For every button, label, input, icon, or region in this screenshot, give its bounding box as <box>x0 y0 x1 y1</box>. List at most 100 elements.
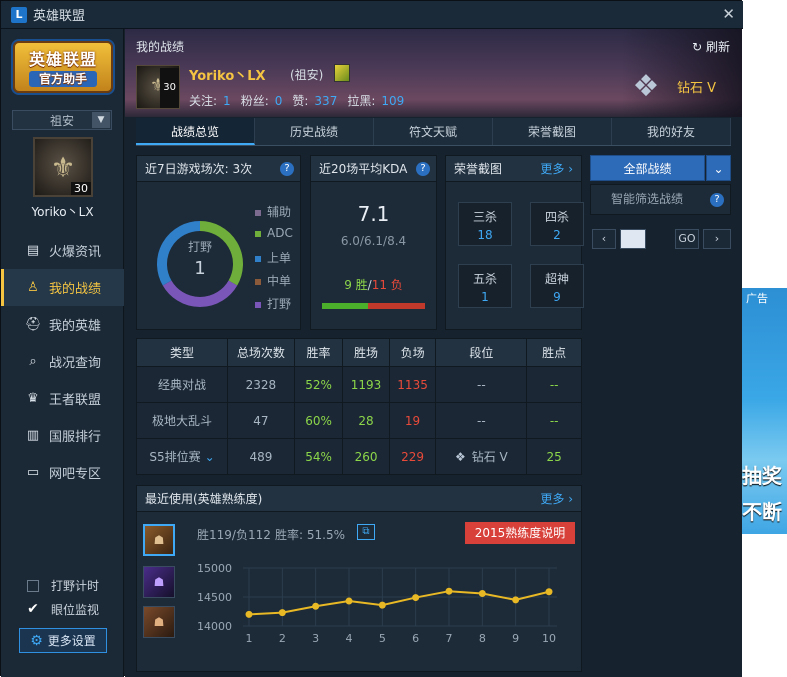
kda-title: 近20场平均KDA <box>319 162 408 176</box>
jungle-timer-checkbox[interactable]: 打野计时 <box>27 577 99 594</box>
legend-swatch <box>255 230 261 237</box>
sidebar-item-4[interactable]: ♛ 王者联盟 <box>1 380 124 417</box>
cell-value: 60% <box>305 413 332 428</box>
cell-value: 489 <box>249 449 273 464</box>
recent-use-panel: 最近使用(英雄熟练度) 更多 › ☗ ☗ ☗ 胜119/负112 胜率: 51.5… <box>136 485 582 672</box>
copy-icon[interactable]: ⧉ <box>357 524 375 540</box>
recent7-panel: 近7日游戏场次: 3次? 打野 1 辅助 ADC 上单 中单 打野 <box>136 155 301 330</box>
cell-value: 25 <box>546 449 562 464</box>
sidebar-item-6[interactable]: ▭ 网吧专区 <box>1 454 124 491</box>
table-cell: -- <box>435 402 528 439</box>
cell-value: 1193 <box>350 377 382 392</box>
table-row[interactable]: S5排位赛 ⌄ 489 54% 260 229 ❖ 钻石 V 25 <box>135 438 582 475</box>
cell-value: 1135 <box>397 377 428 392</box>
chevron-down-icon[interactable]: ▼ <box>92 112 110 128</box>
champion-portrait-2[interactable]: ☗ <box>143 566 175 598</box>
help-icon[interactable]: ? <box>280 162 294 176</box>
legend-item: 上单 <box>255 249 291 266</box>
checkbox-box[interactable] <box>27 579 39 592</box>
cell-value: 19 <box>404 413 421 428</box>
sidebar-item-0[interactable]: ▤ 火爆资讯 <box>1 232 124 269</box>
sidebar-item-1[interactable]: ♙ 我的战绩 <box>1 269 124 306</box>
champion-portrait-1[interactable]: ☗ <box>143 524 175 556</box>
x-tick-label: 5 <box>379 632 386 645</box>
chart-icon: ▥ <box>26 428 40 443</box>
table-row[interactable]: 经典对战 2328 52% 1193 1135 -- -- <box>135 366 582 403</box>
cell-value: -- <box>477 377 486 392</box>
server-select[interactable]: 祖安 ▼ <box>12 110 112 130</box>
smart-filter-option[interactable]: 智能筛选战绩? <box>590 184 731 215</box>
tab-4[interactable]: 我的好友 <box>612 118 731 145</box>
champion-portrait-3[interactable]: ☗ <box>143 606 175 638</box>
column-header: 胜场 <box>342 338 390 367</box>
honor-item[interactable]: 五杀 1 <box>458 264 512 308</box>
refresh-button[interactable]: ↻ 刷新 <box>692 38 730 55</box>
fans-count[interactable]: 0 <box>275 94 283 108</box>
breadcrumb: 我的战绩 <box>136 40 185 54</box>
tab-3[interactable]: 荣誉截图 <box>493 118 612 145</box>
honor-label: 四杀 <box>544 210 569 224</box>
refresh-label: 刷新 <box>705 40 730 54</box>
table-row[interactable]: 极地大乱斗 47 60% 28 19 -- -- <box>135 402 582 439</box>
sidebar-item-2[interactable]: ⛑ 我的英雄 <box>1 306 124 343</box>
cell-value: -- <box>549 413 559 428</box>
prev-page-button[interactable]: ‹ <box>592 229 616 249</box>
follow-count[interactable]: 1 <box>223 94 231 108</box>
help-icon[interactable]: ? <box>416 162 430 176</box>
honor-label: 超神 <box>544 272 569 286</box>
profile-banner: 我的战绩 ↻ 刷新 ⚜ 30 Yoriko丶LX (祖安) 关注: 1 粉丝: 0 赞: 3… <box>125 29 742 117</box>
kda-panel: 近20场平均KDA? 7.1 6.0/6.1/8.4 9 胜/11 负 <box>310 155 437 330</box>
honor-value: 9 <box>553 290 561 304</box>
player-avatar[interactable]: ⚜ 30 <box>136 65 180 109</box>
honor-item[interactable]: 超神 9 <box>530 264 584 308</box>
close-icon[interactable]: ✕ <box>722 5 735 23</box>
x-tick-label: 7 <box>446 632 453 645</box>
chevron-down-icon[interactable]: ⌄ <box>706 155 731 181</box>
page-input[interactable] <box>620 229 646 249</box>
honor-more-link[interactable]: 更多 › <box>540 156 573 182</box>
next-page-button[interactable]: › <box>703 229 731 249</box>
sidebar-item-3[interactable]: ⌕ 战况查询 <box>1 343 124 380</box>
help-icon[interactable]: ? <box>710 193 724 207</box>
honor-header: 荣誉截图 更多 › <box>446 156 581 182</box>
honor-item[interactable]: 三杀 18 <box>458 202 512 246</box>
chevron-down-icon[interactable]: ⌄ <box>205 450 215 464</box>
follow-label: 关注: <box>189 94 218 108</box>
block-count[interactable]: 109 <box>381 94 404 108</box>
ward-monitor-checkbox[interactable]: ✔ 眼位监视 <box>27 601 99 618</box>
recent-use-more-label: 更多 <box>540 492 565 506</box>
data-point <box>512 596 520 604</box>
table-cell: 1193 <box>342 366 390 403</box>
table-cell: -- <box>526 366 582 403</box>
tab-2[interactable]: 符文天赋 <box>374 118 493 145</box>
y-tick-label: 15000 <box>197 562 232 575</box>
sidebar-item-5[interactable]: ▥ 国服排行 <box>1 417 124 454</box>
cell-value: 经典对战 <box>158 378 207 392</box>
logo-line2: 官方助手 <box>29 71 97 87</box>
data-point <box>445 587 453 595</box>
avatar[interactable]: ⚜ 30 <box>33 137 93 197</box>
tab-1[interactable]: 历史战绩 <box>255 118 374 145</box>
proficiency-info-button[interactable]: 2015熟练度说明 <box>465 522 575 544</box>
tab-bar: 战绩总览 历史战绩 符文天赋 荣誉截图 我的好友 <box>136 118 731 146</box>
recent7-header: 近7日游戏场次: 3次? <box>137 156 300 182</box>
legend-label: 中单 <box>267 274 292 288</box>
table-cell: 54% <box>293 438 344 475</box>
go-button[interactable]: GO <box>675 229 699 249</box>
more-settings-button[interactable]: ⚙ 更多设置 <box>19 628 107 653</box>
sidebar-username: Yoriko丶LX <box>31 205 94 219</box>
tab-0[interactable]: 战绩总览 <box>136 118 255 145</box>
all-records-button[interactable]: 全部战绩 <box>590 155 705 181</box>
data-point <box>478 590 486 598</box>
promo-banner[interactable]: 广告 抽奖 不断 <box>742 288 787 534</box>
data-point <box>545 588 553 596</box>
legend-swatch <box>255 278 261 285</box>
recent-use-more-link[interactable]: 更多 › <box>540 486 573 512</box>
sidebar-item-label: 火爆资讯 <box>49 245 102 260</box>
table-cell: -- <box>435 366 528 403</box>
honor-more-label: 更多 <box>540 162 565 176</box>
honor-item[interactable]: 四杀 2 <box>530 202 584 246</box>
kda-value: 7.1 <box>357 202 390 226</box>
likes-count[interactable]: 337 <box>314 94 337 108</box>
check-icon[interactable]: ✔ <box>27 602 39 616</box>
